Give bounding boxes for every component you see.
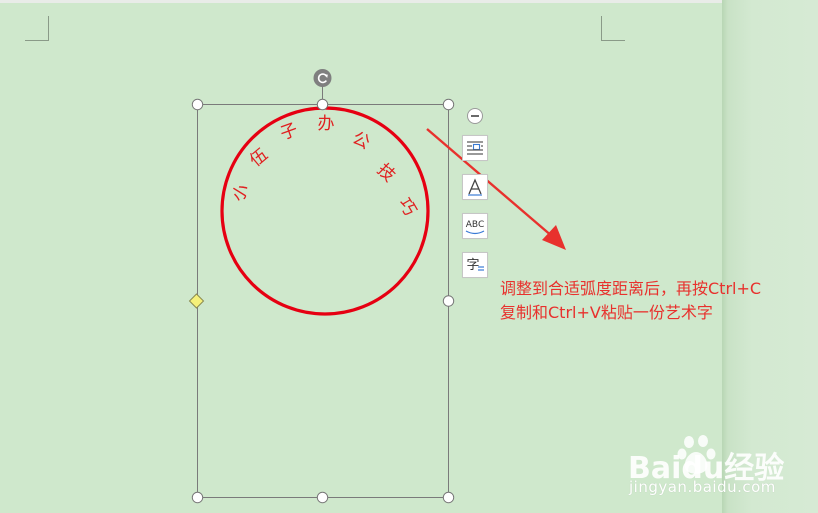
annotation-arrow [426, 128, 566, 250]
annotation-line-1: 调整到合适弧度距离后，再按Ctrl+C [500, 279, 762, 298]
resize-handle-bottom[interactable] [316, 491, 329, 504]
character-fill-icon[interactable]: 字 [462, 252, 488, 278]
resize-handle-right[interactable] [442, 295, 455, 307]
resize-handle-top-right[interactable] [442, 98, 455, 111]
svg-text:字: 字 [466, 258, 479, 273]
annotation-line-2: 复制和Ctrl+V粘贴一份艺术字 [500, 303, 713, 322]
text-wrap-icon[interactable] [462, 135, 488, 161]
wordart-char: 公 [349, 128, 373, 153]
minus-circle-icon[interactable] [467, 108, 483, 124]
resize-handle-bottom-right[interactable] [442, 491, 455, 504]
watermark-url: jingyan.baidu.com [629, 478, 776, 496]
wordart-circle [220, 106, 430, 316]
wordart-char: 巧 [394, 195, 420, 220]
resize-handle-top[interactable] [316, 98, 329, 111]
text-outline-icon[interactable] [462, 174, 488, 200]
resize-handle-top-left[interactable] [191, 98, 204, 111]
annotation-text: 调整到合适弧度距离后，再按Ctrl+C 复制和Ctrl+V粘贴一份艺术字 [500, 277, 818, 325]
svg-text:ABC: ABC [466, 220, 484, 230]
wordart-char: 技 [373, 160, 399, 186]
rotate-handle-icon[interactable] [313, 69, 332, 87]
wordart-arc-text[interactable]: 小 伍 子 办 公 技 巧 [228, 114, 420, 219]
wordart-char: 办 [318, 114, 335, 134]
adjust-curvature-handle[interactable] [188, 293, 205, 309]
wordart-char: 子 [278, 120, 301, 145]
resize-handle-bottom-left[interactable] [191, 491, 204, 504]
wordart-char: 小 [228, 180, 254, 205]
wordart-abc-icon[interactable]: ABC [462, 213, 488, 239]
wordart-char: 伍 [246, 145, 272, 171]
